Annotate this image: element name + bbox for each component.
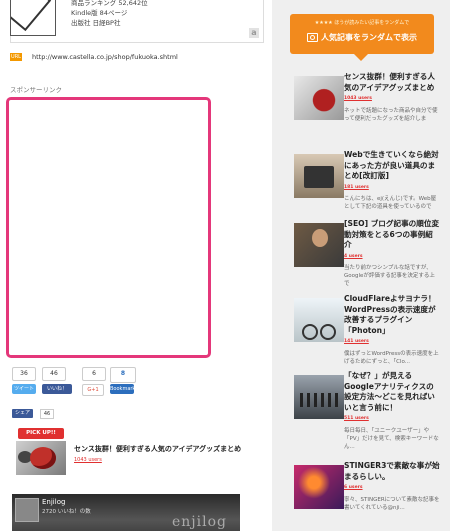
amazon-icon[interactable]: a [249, 28, 259, 38]
article-desc: 毎日毎日、「ユニークユーザー」や「PV」だけを見て、検索キーワードなん... [344, 427, 439, 450]
gplus-share[interactable]: 6 G+1 [82, 367, 106, 396]
twitter-count: 36 [12, 367, 36, 381]
banner-subtitle: ★★★★ ほうが読みたい記事をランダムで [314, 20, 410, 26]
article-desc: ネットで話題になった商品や自分で使って便利だったグッズを紹介しま [344, 107, 438, 122]
ad-frame[interactable] [6, 97, 211, 358]
article-title[interactable]: CloudFlareよサヨナラ！WordPressの表示速度が改善するプラグイン… [344, 294, 440, 366]
bookmark-button[interactable]: Bookmark [110, 384, 135, 394]
facebook-share-button[interactable]: シェア [12, 409, 34, 418]
article-users[interactable]: 4 users [344, 252, 440, 263]
banner-title: 人気記事をランダムで表示 [290, 32, 434, 43]
hatena-bookmark[interactable]: 8 Bookmark [110, 367, 136, 395]
pickup-badge: PICK UP!! [18, 428, 64, 439]
sidebar-article[interactable]: [SEO] ブログ記事の順位変動対策をとる6つの事例紹介 4 users 当たり… [294, 219, 444, 287]
like-button[interactable]: いいね！ [42, 384, 72, 394]
article-desc: 僕はずっとWordPressの表示速度を上げるためにずっと、「Clo... [344, 350, 439, 365]
facebook-count: 46 [42, 367, 66, 381]
sidebar-article[interactable]: Webで生きていくなら絶対にあった方が良い道具のまとめ[改訂版] 181 use… [294, 150, 444, 210]
pickup-users[interactable]: 1043 users [74, 457, 102, 463]
sidebar-article[interactable]: CloudFlareよサヨナラ！WordPressの表示速度が改善するプラグイン… [294, 294, 444, 365]
article-desc: 寧々、STINGERについて素敵な記事を書いてくれている@nji... [344, 496, 440, 511]
enjilog-avatar [15, 498, 39, 522]
facebook-like[interactable]: 46 いいね！ [42, 367, 72, 395]
book-cover-image[interactable] [10, 0, 56, 36]
facebook-share-count: 46 [40, 409, 54, 419]
pickup-title[interactable]: センス抜群！便利すぎる人気のアイデアグッズまとめ [74, 444, 264, 454]
camera-icon [307, 33, 318, 42]
url-row: URL http://www.castella.co.jp/shop/fukuok… [10, 53, 178, 61]
article-thumbnail[interactable] [294, 76, 344, 120]
article-desc: こんにちは、ej(えんじ)です。Web屋として下記の道具を使っているので [344, 196, 437, 210]
article-thumbnail[interactable] [294, 465, 344, 509]
gplus-count: 6 [82, 367, 106, 381]
sidebar-article[interactable]: 「なぜ？」が見えるGoogleアナリティクスの設定方法〜どこを見ればいいと言う前… [294, 371, 444, 450]
pickup-thumbnail[interactable] [16, 441, 66, 475]
article-users[interactable]: 1043 users [344, 94, 440, 105]
sidebar-article[interactable]: センス抜群！便利すぎる人気のアイデアグッズまとめ 1043 users ネットで… [294, 72, 444, 132]
article-users[interactable]: 181 users [344, 183, 440, 194]
article-thumbnail[interactable] [294, 298, 344, 342]
article-title[interactable]: 「なぜ？」が見えるGoogleアナリティクスの設定方法〜どこを見ればいいと言う前… [344, 371, 440, 451]
url-link[interactable]: http://www.castella.co.jp/shop/fukuoka.s… [32, 53, 178, 61]
twitter-share[interactable]: 36 ツイート [12, 367, 36, 395]
enjilog-name[interactable]: Enjilog [42, 498, 65, 506]
gplus-button[interactable]: G+1 [82, 384, 104, 396]
article-users[interactable]: 6 users [344, 483, 440, 494]
book-ranking: 商品ランキング 52,642位 [71, 0, 148, 7]
random-articles-banner: ★★★★ ほうが読みたい記事をランダムで 人気記事をランダムで表示 [290, 14, 434, 61]
sponsor-label: スポンサーリンク [10, 86, 62, 94]
main-column: 商品ランキング 52,642位 Kindle版 84ページ 出版社 日経BP社 … [0, 0, 272, 531]
hatena-count: 8 [110, 367, 136, 383]
banner-title-text: 人気記事をランダムで表示 [321, 33, 417, 42]
book-meta: 商品ランキング 52,642位 Kindle版 84ページ 出版社 日経BP社 [71, 0, 148, 28]
article-title[interactable]: STINGER3で素敵な事が始まるらしい。 6 users 寧々、STINGER… [344, 461, 440, 512]
article-title[interactable]: センス抜群！便利すぎる人気のアイデアグッズまとめ 1043 users ネットで… [344, 72, 440, 123]
enjilog-cover-text: enjilog [172, 514, 227, 530]
article-thumbnail[interactable] [294, 375, 344, 419]
sidebar: ★★★★ ほうが読みたい記事をランダムで 人気記事をランダムで表示 センス抜群！… [272, 0, 450, 531]
enjilog-likes: 2720 いいね！の数 [42, 509, 91, 515]
article-thumbnail[interactable] [294, 223, 344, 267]
book-pages: Kindle版 84ページ [71, 9, 128, 17]
article-desc: 当たり前かつシンプルな話ですが、Googleが評価する記事を決定する上で [344, 265, 435, 287]
tweet-button[interactable]: ツイート [12, 384, 36, 394]
facebook-page-widget[interactable]: Enjilog 2720 いいね！の数 enjilog [12, 494, 240, 531]
article-users[interactable]: 511 users [344, 414, 440, 425]
article-title[interactable]: Webで生きていくなら絶対にあった方が良い道具のまとめ[改訂版] 181 use… [344, 150, 440, 211]
url-icon: URL [10, 53, 22, 61]
book-publisher: 出版社 日経BP社 [71, 19, 121, 27]
article-users[interactable]: 141 users [344, 337, 440, 348]
article-title[interactable]: [SEO] ブログ記事の順位変動対策をとる6つの事例紹介 4 users 当たり… [344, 219, 440, 288]
sidebar-article[interactable]: STINGER3で素敵な事が始まるらしい。 6 users 寧々、STINGER… [294, 461, 444, 521]
article-thumbnail[interactable] [294, 154, 344, 198]
